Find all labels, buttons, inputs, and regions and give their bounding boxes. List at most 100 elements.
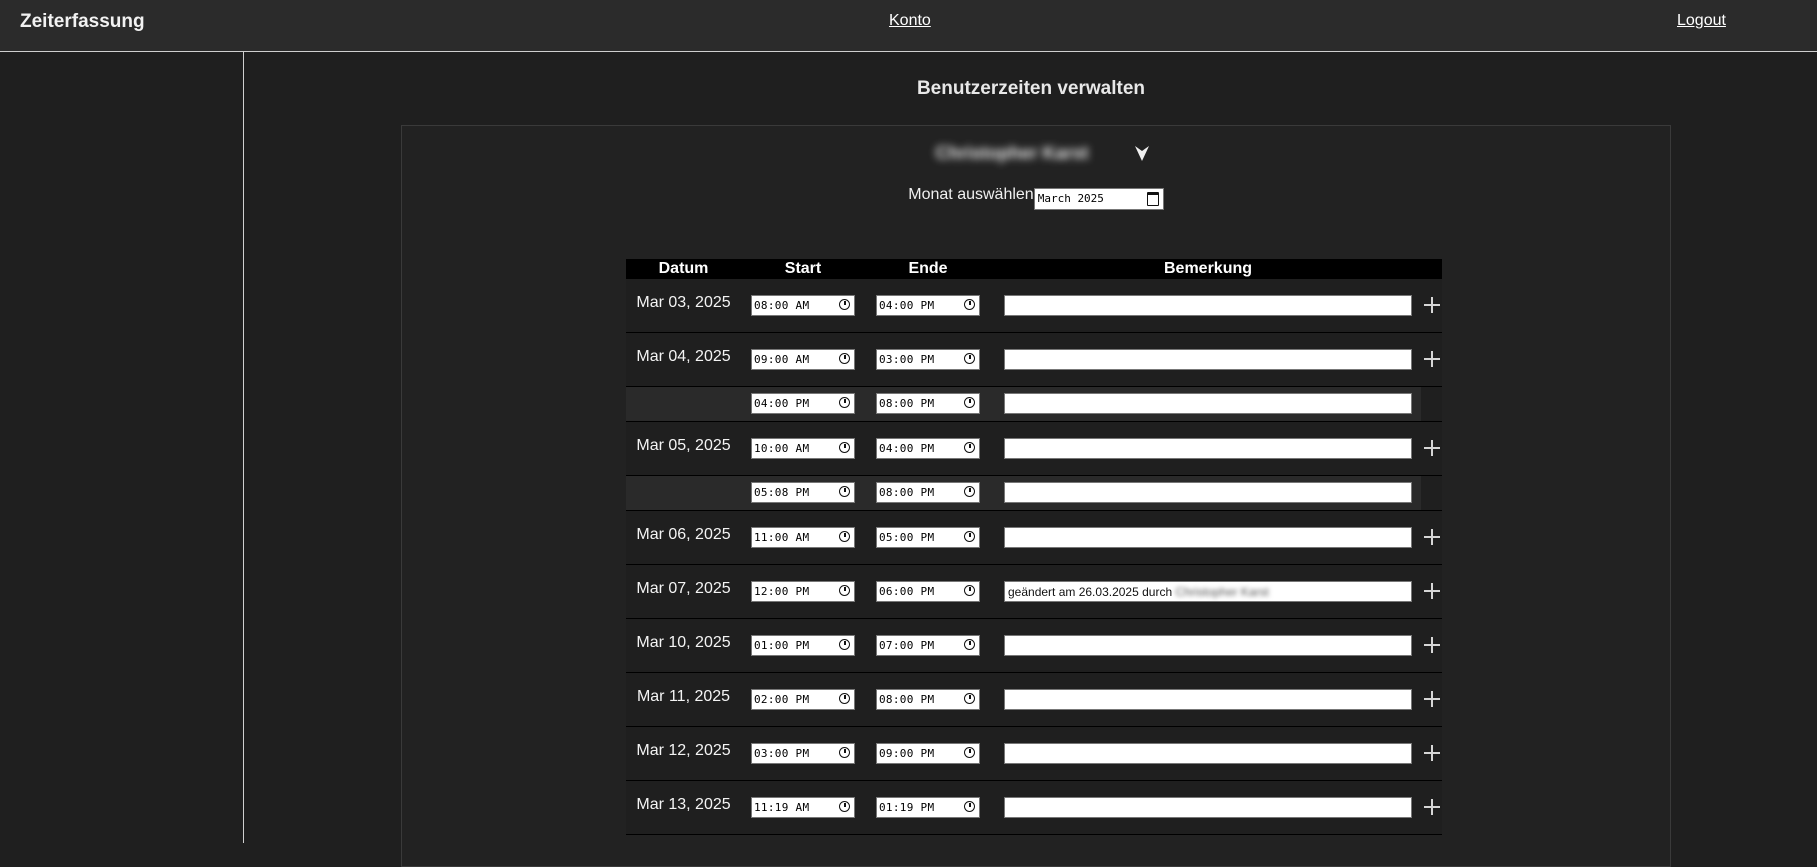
end-time-input[interactable]: 01:19 PM bbox=[876, 797, 980, 818]
clock-icon[interactable] bbox=[964, 442, 975, 453]
note-input[interactable] bbox=[1004, 438, 1412, 459]
app-brand: Zeiterfassung bbox=[20, 11, 145, 32]
clock-icon[interactable] bbox=[839, 747, 850, 758]
month-value: March 2025 bbox=[1037, 192, 1104, 205]
clock-icon[interactable] bbox=[839, 486, 850, 497]
clock-icon[interactable] bbox=[964, 747, 975, 758]
table-subrow: 04:00 PM 08:00 PM bbox=[626, 387, 1442, 422]
clock-icon[interactable] bbox=[839, 353, 850, 364]
dropdown-arrow-icon[interactable] bbox=[1134, 145, 1150, 163]
clock-icon[interactable] bbox=[839, 639, 850, 650]
table-row: Mar 11, 2025 02:00 PM 08:00 PM bbox=[626, 673, 1442, 727]
note-input[interactable] bbox=[1004, 295, 1412, 316]
plus-icon[interactable] bbox=[1424, 529, 1440, 545]
clock-icon[interactable] bbox=[964, 693, 975, 704]
note-input[interactable] bbox=[1004, 797, 1412, 818]
row-date: Mar 05, 2025 bbox=[636, 437, 731, 454]
plus-icon[interactable] bbox=[1424, 745, 1440, 761]
top-navbar: Zeiterfassung Konto Logout bbox=[0, 0, 1817, 52]
row-date: Mar 06, 2025 bbox=[636, 526, 731, 543]
logout-link[interactable]: Logout bbox=[1677, 12, 1726, 30]
clock-icon[interactable] bbox=[839, 585, 850, 596]
start-time-input[interactable]: 04:00 PM bbox=[751, 393, 855, 414]
month-label: Monat auswählen bbox=[908, 186, 1034, 203]
clock-icon[interactable] bbox=[964, 585, 975, 596]
column-header-end: Ende bbox=[908, 260, 948, 277]
plus-icon[interactable] bbox=[1424, 351, 1440, 367]
note-input[interactable] bbox=[1004, 635, 1412, 656]
user-select[interactable]: Christopher Karst bbox=[922, 141, 1162, 171]
end-time-input[interactable]: 04:00 PM bbox=[876, 295, 980, 316]
start-time-input[interactable]: 03:00 PM bbox=[751, 743, 855, 764]
calendar-icon[interactable] bbox=[1146, 192, 1159, 206]
row-date: Mar 07, 2025 bbox=[636, 580, 731, 597]
note-text: geändert am 26.03.2025 durch bbox=[1008, 585, 1173, 599]
sidebar bbox=[0, 52, 244, 843]
start-time-input[interactable]: 11:19 AM bbox=[751, 797, 855, 818]
clock-icon[interactable] bbox=[964, 486, 975, 497]
plus-icon[interactable] bbox=[1424, 440, 1440, 456]
note-user-name: Christopher Karst bbox=[1175, 585, 1269, 599]
clock-icon[interactable] bbox=[839, 801, 850, 812]
table-subrow: 05:08 PM 08:00 PM bbox=[626, 476, 1442, 511]
start-time-input[interactable]: 10:00 AM bbox=[751, 438, 855, 459]
row-date: Mar 11, 2025 bbox=[636, 688, 731, 705]
note-input[interactable] bbox=[1004, 743, 1412, 764]
plus-icon[interactable] bbox=[1424, 297, 1440, 313]
start-time-input[interactable]: 08:00 AM bbox=[751, 295, 855, 316]
table-row: Mar 12, 2025 03:00 PM 09:00 PM bbox=[626, 727, 1442, 781]
row-date: Mar 03, 2025 bbox=[636, 294, 731, 311]
clock-icon[interactable] bbox=[839, 299, 850, 310]
end-time-input[interactable]: 05:00 PM bbox=[876, 527, 980, 548]
start-time-input[interactable]: 09:00 AM bbox=[751, 349, 855, 370]
plus-icon[interactable] bbox=[1424, 691, 1440, 707]
note-input[interactable] bbox=[1004, 527, 1412, 548]
note-input[interactable] bbox=[1004, 349, 1412, 370]
month-input[interactable]: March 2025 bbox=[1033, 188, 1164, 210]
column-header-start: Start bbox=[784, 260, 822, 277]
plus-icon[interactable] bbox=[1424, 637, 1440, 653]
start-time-input[interactable]: 01:00 PM bbox=[751, 635, 855, 656]
clock-icon[interactable] bbox=[964, 353, 975, 364]
table-row: Mar 05, 2025 10:00 AM 04:00 PM bbox=[626, 422, 1442, 476]
plus-icon[interactable] bbox=[1424, 799, 1440, 815]
note-input[interactable] bbox=[1004, 482, 1412, 503]
time-panel: Christopher Karst Monat auswählen March 2… bbox=[401, 125, 1671, 867]
end-time-input[interactable]: 04:00 PM bbox=[876, 438, 980, 459]
clock-icon[interactable] bbox=[839, 397, 850, 408]
clock-icon[interactable] bbox=[964, 639, 975, 650]
clock-icon[interactable] bbox=[839, 531, 850, 542]
selected-user-name: Christopher Karst bbox=[935, 143, 1089, 163]
plus-icon[interactable] bbox=[1424, 583, 1440, 599]
end-time-input[interactable]: 06:00 PM bbox=[876, 581, 980, 602]
account-link[interactable]: Konto bbox=[889, 12, 931, 30]
end-time-input[interactable]: 03:00 PM bbox=[876, 349, 980, 370]
start-time-input[interactable]: 02:00 PM bbox=[751, 689, 855, 710]
note-input[interactable] bbox=[1004, 393, 1412, 414]
end-time-input[interactable]: 08:00 PM bbox=[876, 689, 980, 710]
column-header-note: Bemerkung bbox=[1163, 260, 1253, 277]
start-time-input[interactable]: 05:08 PM bbox=[751, 482, 855, 503]
table-row: Mar 13, 2025 11:19 AM 01:19 PM bbox=[626, 781, 1442, 835]
clock-icon[interactable] bbox=[964, 299, 975, 310]
clock-icon[interactable] bbox=[964, 397, 975, 408]
end-time-input[interactable]: 08:00 PM bbox=[876, 393, 980, 414]
table-row: Mar 06, 2025 11:00 AM 05:00 PM bbox=[626, 511, 1442, 565]
start-time-input[interactable]: 11:00 AM bbox=[751, 527, 855, 548]
table-header: Datum Start Ende Bemerkung bbox=[626, 259, 1442, 279]
row-date: Mar 12, 2025 bbox=[636, 742, 731, 759]
end-time-input[interactable]: 09:00 PM bbox=[876, 743, 980, 764]
column-header-date: Datum bbox=[658, 260, 709, 277]
clock-icon[interactable] bbox=[964, 801, 975, 812]
month-picker-row: Monat auswählen March 2025 bbox=[402, 186, 1670, 210]
clock-icon[interactable] bbox=[839, 442, 850, 453]
note-input[interactable]: geändert am 26.03.2025 durch Christopher… bbox=[1004, 581, 1412, 602]
table-row: Mar 04, 2025 09:00 AM 03:00 PM bbox=[626, 333, 1442, 387]
start-time-input[interactable]: 12:00 PM bbox=[751, 581, 855, 602]
clock-icon[interactable] bbox=[839, 693, 850, 704]
note-input[interactable] bbox=[1004, 689, 1412, 710]
end-time-input[interactable]: 07:00 PM bbox=[876, 635, 980, 656]
clock-icon[interactable] bbox=[964, 531, 975, 542]
table-row: Mar 07, 2025 12:00 PM 06:00 PM geändert … bbox=[626, 565, 1442, 619]
end-time-input[interactable]: 08:00 PM bbox=[876, 482, 980, 503]
